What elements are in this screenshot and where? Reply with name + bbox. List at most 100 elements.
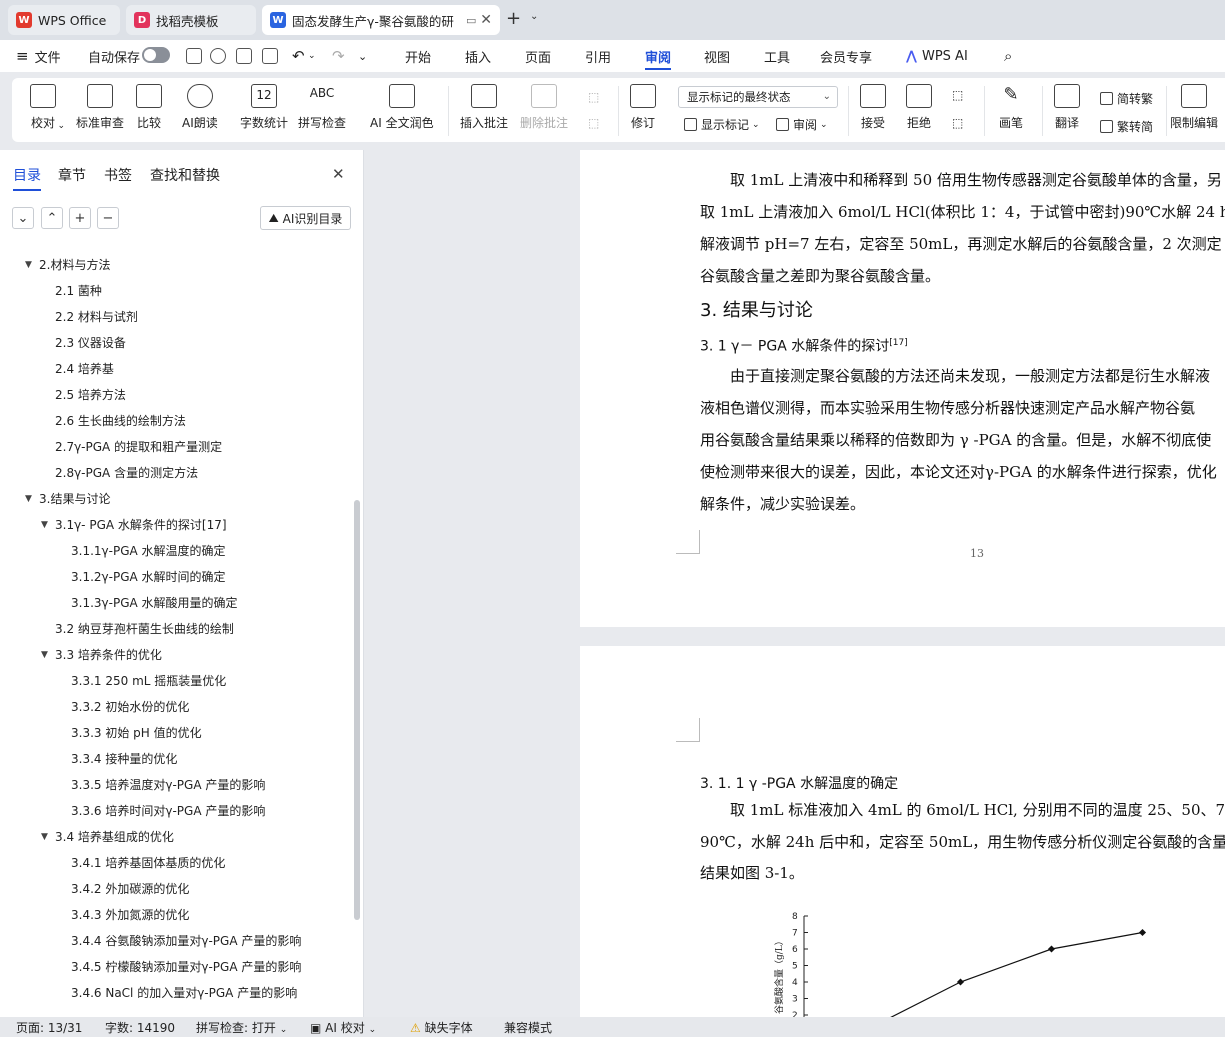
tab-chapters[interactable]: 章节 xyxy=(58,165,86,185)
remove-icon[interactable]: − xyxy=(97,207,119,229)
delete-comment-button[interactable]: 删除批注 xyxy=(520,84,568,131)
compare-button[interactable]: 比较 xyxy=(136,84,162,131)
chevron-down-icon[interactable]: ⌄ xyxy=(358,40,367,72)
toc-item[interactable]: 3.4.4 谷氨酸钠添加量对γ-PGA 产量的影响 xyxy=(71,930,301,952)
tab-find-replace[interactable]: 查找和替换 xyxy=(150,165,220,185)
pen-button[interactable]: ✎ 画笔 xyxy=(998,84,1024,131)
toc-item[interactable]: 3.4.5 柠檬酸钠添加量对γ-PGA 产量的影响 xyxy=(71,956,301,978)
undo-icon[interactable]: ↶ xyxy=(292,40,305,72)
to-simplified-button[interactable]: 繁转简 xyxy=(1100,118,1153,135)
menu-tools[interactable]: 工具 xyxy=(764,40,790,72)
print-preview-icon[interactable] xyxy=(262,48,278,64)
redo-icon[interactable]: ↷ xyxy=(332,40,345,72)
share-icon[interactable] xyxy=(210,48,226,64)
prev-change-icon[interactable]: ⬚ xyxy=(952,88,963,102)
translate-button[interactable]: 翻译 xyxy=(1054,84,1080,131)
tab-wps-office[interactable]: W WPS Office xyxy=(8,5,120,35)
wps-ai-menu[interactable]: ⋀ WPS AI xyxy=(906,40,968,72)
review-pane-button[interactable]: 审阅 ⌄ xyxy=(776,116,828,133)
toc-item[interactable]: 2.7γ-PGA 的提取和粗产量测定 xyxy=(55,436,222,458)
toc-item[interactable]: 2.6 生长曲线的绘制方法 xyxy=(55,410,186,432)
to-traditional-button[interactable]: 简转繁 xyxy=(1100,90,1153,107)
search-icon[interactable]: ⌕ xyxy=(1004,40,1012,72)
tab-bookmarks[interactable]: 书签 xyxy=(104,165,132,185)
toc-scrollbar[interactable] xyxy=(354,500,360,920)
toc-item[interactable]: 2.4 培养基 xyxy=(55,358,114,380)
menu-home[interactable]: 开始 xyxy=(405,40,431,72)
menu-references[interactable]: 引用 xyxy=(585,40,611,72)
toc-item[interactable]: 2.3 仪器设备 xyxy=(55,332,126,354)
restrict-edit-button[interactable]: 限制编辑 xyxy=(1170,84,1218,131)
proofread-button[interactable]: 校对 ⌄ xyxy=(30,84,65,131)
word-count-status[interactable]: 字数: 14190 xyxy=(105,1019,175,1036)
toc-item[interactable]: 2.8γ-PGA 含量的测定方法 xyxy=(55,462,198,484)
insert-comment-button[interactable]: 插入批注 xyxy=(460,84,508,131)
toc-item[interactable]: ▼ 3.3 培养条件的优化 xyxy=(41,644,162,666)
toc-item[interactable]: ▼ 2.材料与方法 xyxy=(25,254,110,276)
autosave-toggle[interactable] xyxy=(142,47,170,63)
toc-item[interactable]: 3.4.2 外加碳源的优化 xyxy=(71,878,189,900)
toc-item[interactable]: 3.3.5 培养温度对γ-PGA 产量的影响 xyxy=(71,774,265,796)
ai-check-status[interactable]: ▣ AI 校对 ⌄ xyxy=(310,1019,376,1036)
toc-item[interactable]: 3.3.3 初始 pH 值的优化 xyxy=(71,722,202,744)
toc-item[interactable]: 3.4.6 NaCl 的加入量对γ-PGA 产量的影响 xyxy=(71,982,297,1004)
window-icon[interactable]: ▭ xyxy=(466,14,476,27)
menu-member[interactable]: 会员专享 xyxy=(820,40,872,72)
new-tab-icon[interactable]: + xyxy=(506,8,521,29)
spell-check-status[interactable]: 拼写检查: 打开 ⌄ xyxy=(196,1019,287,1036)
toc-item[interactable]: 3.1.2γ-PGA 水解时间的确定 xyxy=(71,566,226,588)
prev-comment-icon[interactable]: ⬚ xyxy=(588,90,599,104)
tab-toc[interactable]: 目录 xyxy=(13,165,41,191)
toc-item[interactable]: ▼ 3.1γ- PGA 水解条件的探讨[17] xyxy=(41,514,227,536)
word-count-button[interactable]: 12 字数统计 xyxy=(240,84,288,131)
toc-item[interactable]: ▼ 3.结果与讨论 xyxy=(25,488,110,510)
tab-docer[interactable]: D 找稻壳模板 xyxy=(126,5,256,35)
page-indicator[interactable]: 页面: 13/31 xyxy=(16,1019,82,1036)
accept-button[interactable]: 接受 xyxy=(860,84,886,131)
next-comment-icon[interactable]: ⬚ xyxy=(588,116,599,130)
toc-item[interactable]: 3.2 纳豆芽孢杆菌生长曲线的绘制 xyxy=(55,618,234,640)
toc-item[interactable]: 3.3.6 培养时间对γ-PGA 产量的影响 xyxy=(71,800,265,822)
toc-item[interactable]: 2.5 培养方法 xyxy=(55,384,126,406)
expand-caret-icon[interactable]: ▼ xyxy=(41,514,48,536)
chevron-down-icon[interactable]: ⌄ xyxy=(530,11,538,22)
revise-button[interactable]: 修订 xyxy=(630,84,656,131)
print-icon[interactable] xyxy=(236,48,252,64)
menu-view[interactable]: 视图 xyxy=(704,40,730,72)
close-icon[interactable]: ✕ xyxy=(332,165,345,183)
save-icon[interactable] xyxy=(186,48,202,64)
expand-caret-icon[interactable]: ▼ xyxy=(25,488,32,510)
ai-read-button[interactable]: AI朗读 xyxy=(182,84,218,131)
menu-insert[interactable]: 插入 xyxy=(465,40,491,72)
ai-toc-button[interactable]: ⛰ AI识别目录 xyxy=(260,206,351,230)
collapse-icon[interactable]: ⌄ xyxy=(12,207,34,229)
add-icon[interactable]: + xyxy=(69,207,91,229)
toc-item[interactable]: 2.2 材料与试剂 xyxy=(55,306,138,328)
toc-item[interactable]: 3.4.3 外加氮源的优化 xyxy=(71,904,189,926)
toc-item[interactable]: 2.1 菌种 xyxy=(55,280,102,302)
mark-state-select[interactable]: 显示标记的最终状态 ⌄ xyxy=(678,86,838,108)
toc-item[interactable]: 3.1.1γ-PGA 水解温度的确定 xyxy=(71,540,226,562)
toc-item[interactable]: 3.3.1 250 mL 摇瓶装量优化 xyxy=(71,670,226,692)
chevron-down-icon[interactable]: ⌄ xyxy=(308,40,316,72)
next-change-icon[interactable]: ⬚ xyxy=(952,116,963,130)
expand-icon[interactable]: ⌃ xyxy=(41,207,63,229)
close-icon[interactable]: ✕ xyxy=(480,12,492,28)
expand-caret-icon[interactable]: ▼ xyxy=(25,254,32,276)
reject-button[interactable]: 拒绝 xyxy=(906,84,932,131)
menu-review[interactable]: 审阅 xyxy=(645,40,672,72)
toc-item[interactable]: 3.4.1 培养基固体基质的优化 xyxy=(71,852,225,874)
spell-check-button[interactable]: ABC 拼写检查 xyxy=(298,84,346,131)
expand-caret-icon[interactable]: ▼ xyxy=(41,644,48,666)
file-menu[interactable]: ≡ 文件 xyxy=(16,40,61,72)
tab-document[interactable]: W 固态发酵生产γ-聚谷氨酸的研 ▭ ✕ xyxy=(262,5,500,35)
show-marks-button[interactable]: 显示标记 ⌄ xyxy=(684,116,760,133)
ai-polish-button[interactable]: AI 全文润色 xyxy=(370,84,434,131)
toc-item[interactable]: 3.3.2 初始水份的优化 xyxy=(71,696,189,718)
expand-caret-icon[interactable]: ▼ xyxy=(41,826,48,848)
toc-item[interactable]: 3.1.3γ-PGA 水解酸用量的确定 xyxy=(71,592,238,614)
toc-item[interactable]: 3.3.4 接种量的优化 xyxy=(71,748,177,770)
standard-review-button[interactable]: 标准审查 xyxy=(76,84,124,131)
menu-page[interactable]: 页面 xyxy=(525,40,551,72)
toc-item[interactable]: ▼ 3.4 培养基组成的优化 xyxy=(41,826,174,848)
